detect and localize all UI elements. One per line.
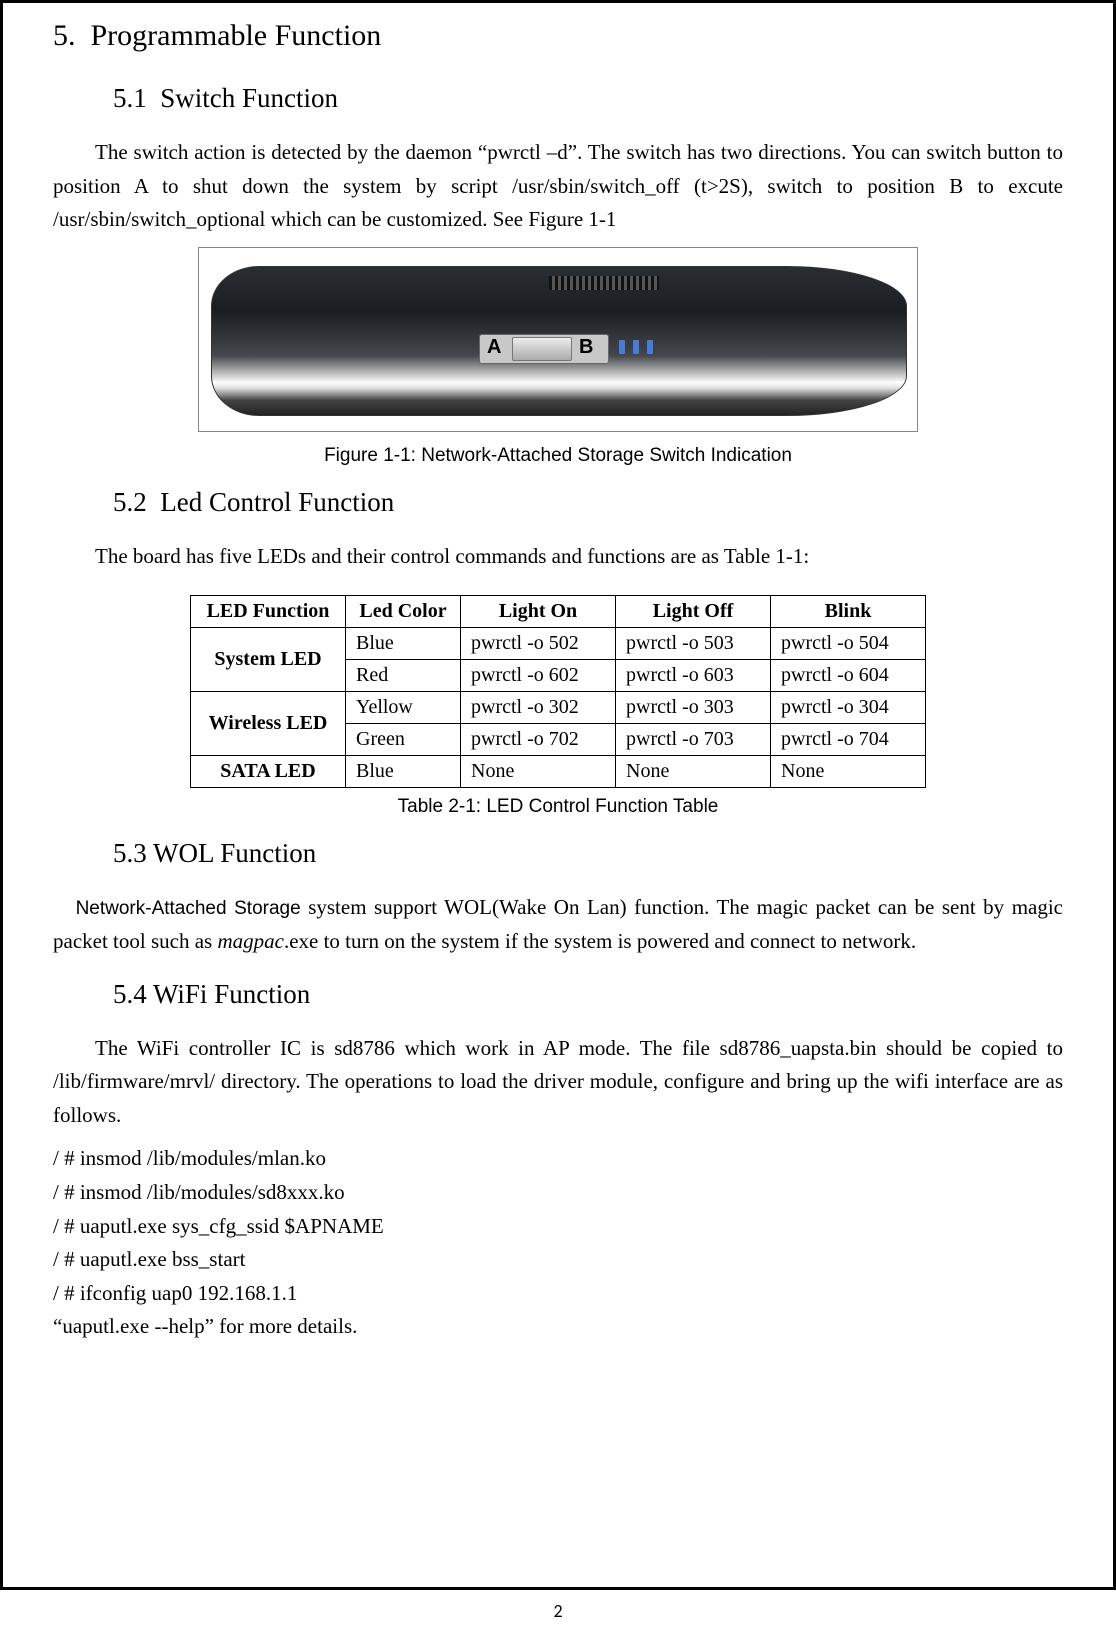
table-cell: None — [461, 756, 616, 788]
paragraph-5-3: Network-Attached Storage system support … — [53, 891, 1063, 958]
subsection-5-2-heading: 5.2 Led Control Function — [113, 487, 1063, 518]
figure-1-1: A B — [53, 247, 1063, 437]
table-2-1-caption: Table 2-1: LED Control Function Table — [53, 796, 1063, 818]
command-line: / # insmod /lib/modules/sd8xxx.ko — [53, 1176, 1063, 1210]
subsection-title: Switch Function — [160, 83, 338, 113]
subsection-number: 5.1 — [113, 83, 147, 113]
led-control-table: LED Function Led Color Light On Light Of… — [190, 595, 926, 788]
page-number: 2 — [0, 1600, 1116, 1622]
command-line: / # insmod /lib/modules/mlan.ko — [53, 1142, 1063, 1176]
table-cell: pwrctl -o 604 — [771, 660, 926, 692]
table-cell: Yellow — [346, 692, 461, 724]
subsection-number: 5.3 — [113, 838, 147, 868]
table-cell: pwrctl -o 504 — [771, 628, 926, 660]
subsection-title: WiFi Function — [153, 979, 310, 1009]
table-cell: pwrctl -o 702 — [461, 724, 616, 756]
section-number: 5. — [53, 19, 76, 52]
page-content: 5. Programmable Function 5.1 Switch Func… — [0, 0, 1116, 1590]
table-header: Light On — [461, 596, 616, 628]
wol-tool-name: magpac — [217, 929, 284, 953]
wol-suffix: .exe to turn on the system if the system… — [284, 929, 916, 953]
table-cell: None — [771, 756, 926, 788]
table-cell: pwrctl -o 302 — [461, 692, 616, 724]
section-heading: 5. Programmable Function — [53, 19, 1063, 53]
table-cell: pwrctl -o 502 — [461, 628, 616, 660]
paragraph-5-4: The WiFi controller IC is sd8786 which w… — [53, 1032, 1063, 1133]
table-cell: None — [616, 756, 771, 788]
device-switch-knob — [512, 337, 572, 361]
subsection-5-4-heading: 5.4 WiFi Function — [113, 979, 1063, 1010]
table-cell: pwrctl -o 303 — [616, 692, 771, 724]
figure-label: Figure 1-1: — [324, 445, 416, 466]
subsection-number: 5.2 — [113, 487, 147, 517]
table-cell: pwrctl -o 503 — [616, 628, 771, 660]
wifi-command-list: / # insmod /lib/modules/mlan.ko/ # insmo… — [53, 1142, 1063, 1344]
switch-label-b: B — [579, 336, 593, 359]
table-cell: Blue — [346, 628, 461, 660]
table-cell: pwrctl -o 703 — [616, 724, 771, 756]
command-line: “uaputl.exe --help” for more details. — [53, 1310, 1063, 1344]
table-cell-function: Wireless LED — [191, 692, 346, 756]
led-indicator-icon — [619, 340, 625, 354]
table-cell: Red — [346, 660, 461, 692]
command-line: / # uaputl.exe sys_cfg_ssid $APNAME — [53, 1210, 1063, 1244]
table-cell: pwrctl -o 602 — [461, 660, 616, 692]
table-cell: Green — [346, 724, 461, 756]
table-cell: Blue — [346, 756, 461, 788]
table-header: Light Off — [616, 596, 771, 628]
table-header: LED Function — [191, 596, 346, 628]
section-title: Programmable Function — [91, 19, 382, 52]
subsection-5-3-heading: 5.3 WOL Function — [113, 838, 1063, 869]
device-leds — [619, 340, 653, 354]
table-cell-function: SATA LED — [191, 756, 346, 788]
table-row: SATA LEDBlueNoneNoneNone — [191, 756, 926, 788]
table-header: Blink — [771, 596, 926, 628]
subsection-5-1-heading: 5.1 Switch Function — [113, 83, 1063, 114]
table-header: Led Color — [346, 596, 461, 628]
subsection-title: WOL Function — [153, 838, 316, 868]
paragraph-5-1: The switch action is detected by the dae… — [53, 136, 1063, 237]
table-row: System LEDBluepwrctl -o 502pwrctl -o 503… — [191, 628, 926, 660]
led-indicator-icon — [647, 340, 653, 354]
switch-label-a: A — [487, 336, 501, 359]
led-indicator-icon — [633, 340, 639, 354]
command-line: / # ifconfig uap0 192.168.1.1 — [53, 1277, 1063, 1311]
table-cell: pwrctl -o 304 — [771, 692, 926, 724]
paragraph-5-2: The board has five LEDs and their contro… — [53, 540, 1063, 574]
table-cell: pwrctl -o 704 — [771, 724, 926, 756]
wol-prefix: Network-Attached Storage — [76, 898, 301, 919]
figure-caption-text: Network-Attached Storage Switch Indicati… — [421, 445, 792, 466]
device-vents — [549, 276, 659, 290]
command-line: / # uaputl.exe bss_start — [53, 1243, 1063, 1277]
table-header-row: LED Function Led Color Light On Light Of… — [191, 596, 926, 628]
table-cell: pwrctl -o 603 — [616, 660, 771, 692]
table-cell-function: System LED — [191, 628, 346, 692]
subsection-title: Led Control Function — [160, 487, 394, 517]
device-image: A B — [198, 247, 918, 432]
figure-1-1-caption: Figure 1-1: Network-Attached Storage Swi… — [53, 445, 1063, 467]
table-row: Wireless LEDYellowpwrctl -o 302pwrctl -o… — [191, 692, 926, 724]
subsection-number: 5.4 — [113, 979, 147, 1009]
